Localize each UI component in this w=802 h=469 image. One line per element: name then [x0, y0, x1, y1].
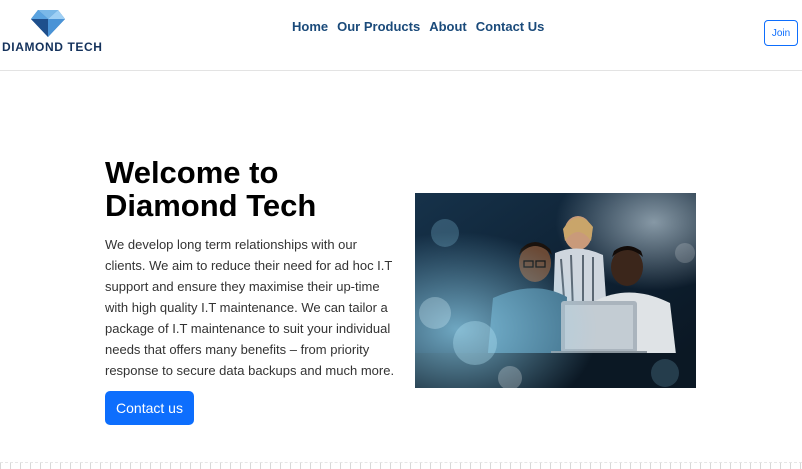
navbar: DIAMOND TECH Home Our Products About Con… — [0, 0, 802, 71]
hero-description: We develop long term relationships with … — [105, 237, 395, 378]
team-photo-illustration — [415, 193, 696, 388]
nav-link-contact-us[interactable]: Contact Us — [476, 19, 545, 37]
hero-image — [415, 193, 696, 388]
brand-logo[interactable]: DIAMOND TECH — [2, 8, 102, 56]
main-nav: Home Our Products About Contact Us — [292, 19, 544, 37]
footer-divider — [0, 462, 802, 469]
nav-link-about[interactable]: About — [429, 19, 467, 37]
diamond-icon — [31, 10, 65, 37]
hero-title: Welcome to Diamond Tech — [105, 155, 317, 223]
nav-link-our-products[interactable]: Our Products — [337, 19, 420, 37]
contact-us-button[interactable]: Contact us — [105, 391, 194, 425]
join-button[interactable]: Join — [764, 20, 798, 46]
brand-name: DIAMOND TECH — [2, 40, 103, 54]
nav-link-home[interactable]: Home — [292, 19, 328, 37]
